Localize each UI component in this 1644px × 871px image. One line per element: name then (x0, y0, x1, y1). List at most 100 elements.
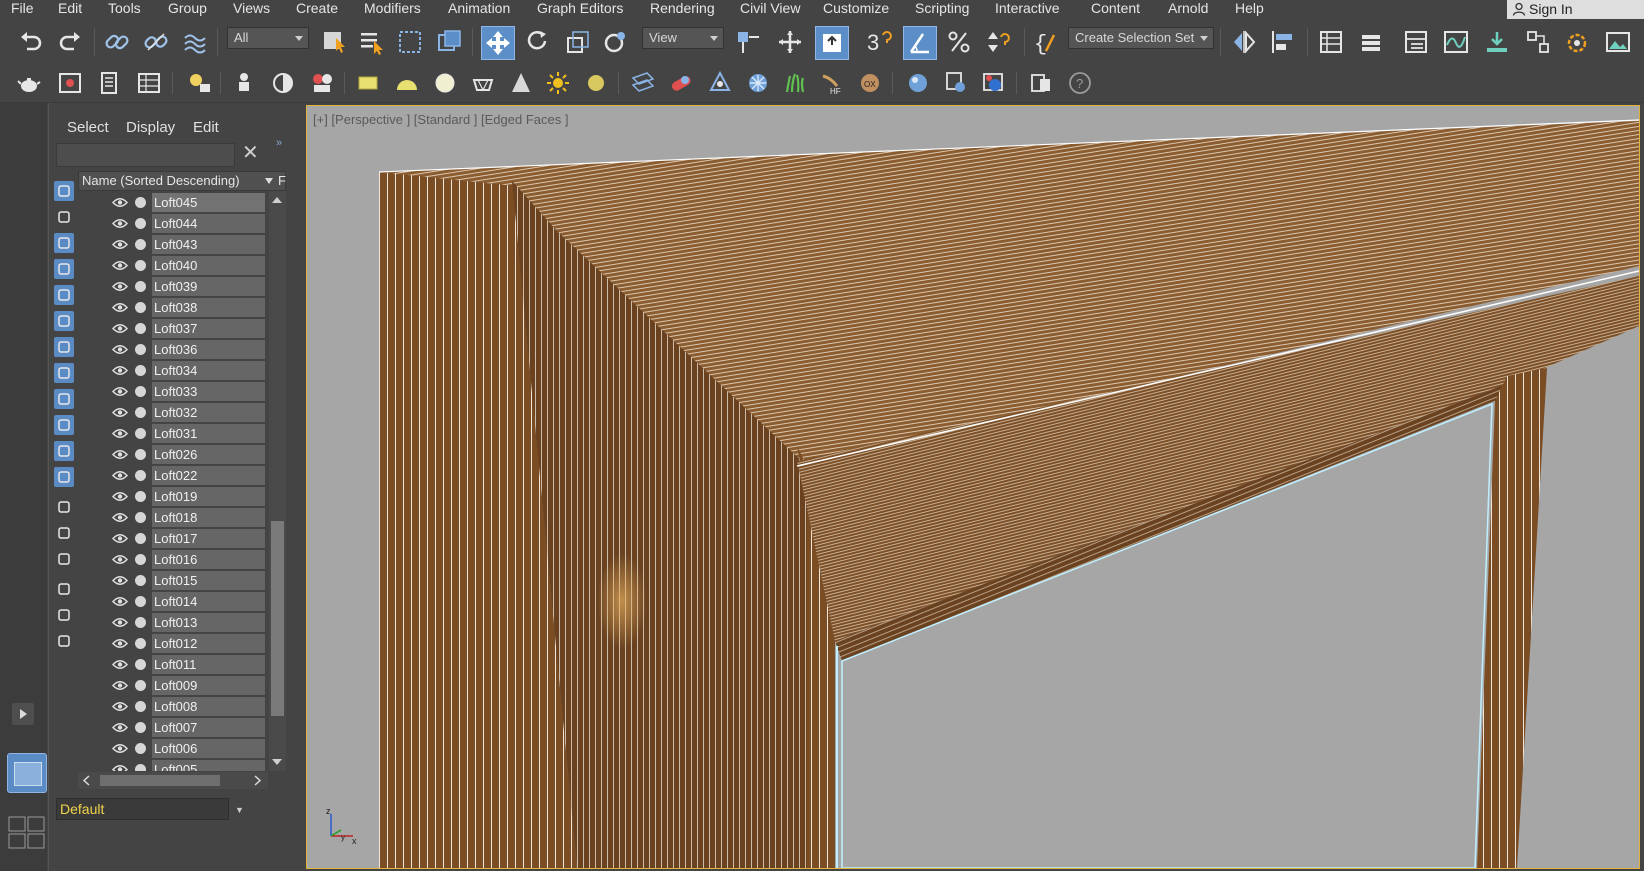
object-name[interactable]: Loft018 (152, 508, 265, 527)
particle-grid-icon[interactable] (628, 68, 658, 98)
list-item[interactable]: Loft036 (78, 339, 268, 360)
object-name[interactable]: Loft037 (152, 319, 265, 338)
eye-icon[interactable] (112, 554, 128, 565)
list-item[interactable]: Loft008 (78, 696, 268, 717)
scatter-icon[interactable] (705, 68, 735, 98)
list-item[interactable]: Loft043 (78, 234, 268, 255)
freeze-toggle-icon[interactable] (135, 638, 146, 649)
menu-group[interactable]: Group (168, 0, 207, 17)
freeze-toggle-icon[interactable] (135, 260, 146, 271)
plane-icon[interactable] (353, 68, 383, 98)
menu-file[interactable]: File (11, 0, 34, 17)
spreadsheet-icon[interactable] (134, 68, 164, 98)
scrollbar-thumb[interactable] (100, 775, 220, 786)
rendered-frame-window-icon[interactable] (1603, 27, 1633, 57)
freeze-toggle-icon[interactable] (135, 386, 146, 397)
link-icon[interactable] (102, 27, 132, 57)
freeze-toggle-icon[interactable] (135, 197, 146, 208)
object-name[interactable]: Loft033 (152, 382, 265, 401)
menu-views[interactable]: Views (233, 0, 270, 17)
freeze-toggle-icon[interactable] (135, 281, 146, 292)
search-input[interactable] (56, 143, 235, 167)
eye-icon[interactable] (112, 470, 128, 481)
scroll-right-icon[interactable] (254, 775, 262, 786)
object-name[interactable]: Loft007 (152, 718, 265, 737)
eye-icon[interactable] (112, 449, 128, 460)
eye-icon[interactable] (112, 260, 128, 271)
calculator-icon[interactable] (94, 68, 124, 98)
geometry-filter-icon[interactable] (54, 181, 74, 201)
eye-icon[interactable] (112, 197, 128, 208)
eye-icon[interactable] (112, 575, 128, 586)
redo-icon[interactable] (55, 27, 85, 57)
eye-icon[interactable] (112, 407, 128, 418)
freeze-toggle-icon[interactable] (135, 722, 146, 733)
frozen-filter-icon[interactable] (54, 441, 74, 461)
hedra-icon[interactable] (468, 68, 498, 98)
expand-panel-button[interactable] (12, 703, 34, 725)
list-item[interactable]: Loft019 (78, 486, 268, 507)
tab-select[interactable]: Select (67, 119, 109, 136)
select-and-scale-icon[interactable] (563, 27, 593, 57)
clipboard-icon[interactable] (1026, 68, 1056, 98)
object-name[interactable]: Loft006 (152, 739, 265, 758)
help-icon[interactable]: ? (1065, 68, 1095, 98)
list-item[interactable]: Loft045 (78, 192, 268, 213)
eye-icon[interactable] (112, 722, 128, 733)
layer-explorer-icon[interactable] (1316, 27, 1346, 57)
horizontal-scrollbar[interactable] (78, 772, 268, 789)
menu-modifiers[interactable]: Modifiers (364, 0, 421, 17)
object-name[interactable]: Loft013 (152, 613, 265, 632)
list-item[interactable]: Loft034 (78, 360, 268, 381)
list-item[interactable]: Loft033 (78, 381, 268, 402)
freeze-toggle-icon[interactable] (135, 239, 146, 250)
freeze-toggle-icon[interactable] (135, 344, 146, 355)
object-name[interactable]: Loft015 (152, 571, 265, 590)
bones-filter-icon[interactable] (54, 389, 74, 409)
cloth-icon[interactable]: OX (855, 68, 885, 98)
filter-funnel-icon[interactable] (54, 579, 74, 599)
camera-rig-icon[interactable] (307, 68, 337, 98)
select-object-icon[interactable] (320, 27, 350, 57)
menu-create[interactable]: Create (296, 0, 338, 17)
object-name[interactable]: Loft016 (152, 550, 265, 569)
vertical-scrollbar[interactable] (269, 191, 286, 771)
list-item[interactable]: Loft018 (78, 507, 268, 528)
list-item[interactable]: Loft016 (78, 549, 268, 570)
chevron-down-icon[interactable]: ▼ (235, 805, 244, 815)
freeze-toggle-icon[interactable] (135, 575, 146, 586)
xrefs-filter-icon[interactable] (54, 363, 74, 383)
menu-scripting[interactable]: Scripting (915, 0, 969, 17)
texture-baking-icon[interactable] (941, 68, 971, 98)
undo-icon[interactable] (16, 27, 46, 57)
freeze-toggle-icon[interactable] (135, 218, 146, 229)
scroll-up-icon[interactable] (272, 197, 282, 203)
menu-arnold[interactable]: Arnold (1168, 0, 1208, 17)
freeze-toggle-icon[interactable] (135, 701, 146, 712)
tab-display[interactable]: Display (126, 119, 175, 136)
list-item[interactable]: Loft006 (78, 738, 268, 759)
layer-dropdown[interactable]: Default (56, 798, 229, 820)
freeze-toggle-icon[interactable] (135, 449, 146, 460)
list-item[interactable]: Loft015 (78, 570, 268, 591)
list-item[interactable]: Loft011 (78, 654, 268, 675)
toggle-ribbon-icon[interactable] (1356, 27, 1386, 57)
rectangular-selection-icon[interactable] (395, 27, 425, 57)
scroll-down-icon[interactable] (272, 759, 282, 765)
groups-filter-icon[interactable] (54, 337, 74, 357)
object-name[interactable]: Loft026 (152, 445, 265, 464)
list-item[interactable]: Loft007 (78, 717, 268, 738)
select-and-move-icon[interactable] (481, 26, 515, 60)
eye-icon[interactable] (112, 428, 128, 439)
angle-snap-icon[interactable] (903, 26, 937, 60)
align-icon[interactable] (1267, 27, 1297, 57)
selection-filter-dropdown[interactable]: All (227, 27, 309, 49)
close-icon[interactable]: ✕ (242, 143, 259, 163)
lights-filter-icon[interactable] (54, 233, 74, 253)
list-item[interactable]: Loft032 (78, 402, 268, 423)
hidden-filter-icon[interactable] (54, 467, 74, 487)
list-item[interactable]: Loft005 (78, 759, 268, 771)
menu-rendering[interactable]: Rendering (650, 0, 715, 17)
list-item[interactable]: Loft012 (78, 633, 268, 654)
robot-icon[interactable] (229, 68, 259, 98)
